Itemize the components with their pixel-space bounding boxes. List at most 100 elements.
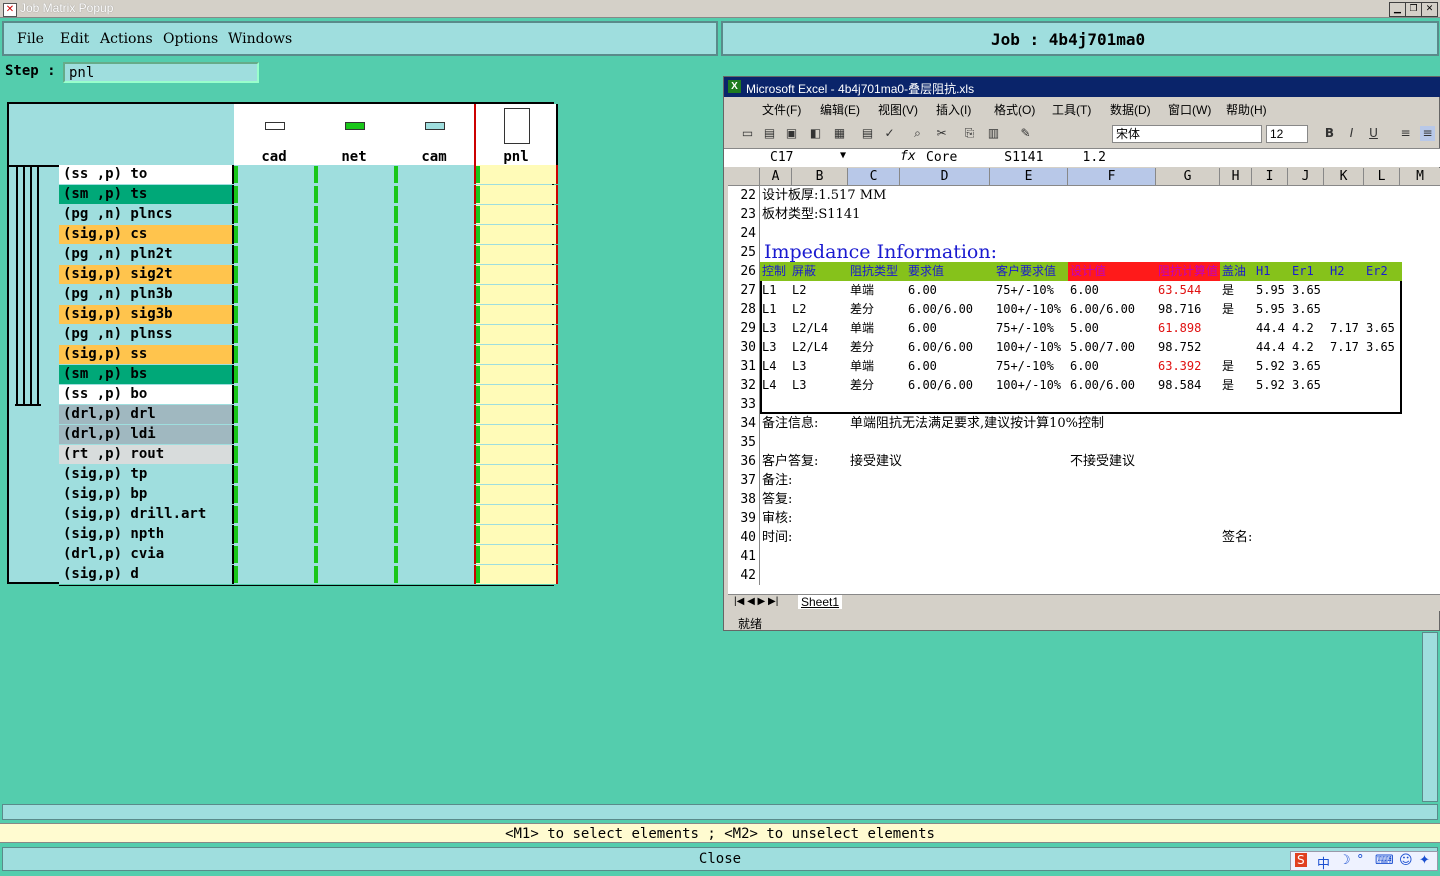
row-header[interactable]: 30 — [728, 338, 760, 357]
save-icon[interactable]: ▣ — [784, 126, 799, 141]
user-icon[interactable]: ☺ — [1399, 853, 1413, 868]
matrix-cell[interactable] — [234, 485, 316, 504]
row-header[interactable]: 37 — [728, 471, 760, 490]
layer-name[interactable]: (sig,p) sig3b — [59, 305, 234, 324]
matrix-cell[interactable] — [394, 245, 476, 264]
matrix-cell[interactable] — [474, 205, 558, 224]
matrix-cell[interactable] — [474, 405, 558, 424]
layer-name[interactable]: (sm ,p) ts — [59, 185, 234, 204]
matrix-cell[interactable] — [394, 465, 476, 484]
excel-menu-item[interactable]: 格式(O) — [994, 101, 1035, 118]
layer-name[interactable]: (sig,p) d — [59, 565, 234, 584]
matrix-cell[interactable] — [234, 185, 316, 204]
layer-name[interactable]: (ss ,p) to — [59, 165, 234, 184]
font-size-select[interactable]: 12 — [1266, 125, 1308, 143]
column-header[interactable]: C — [848, 168, 900, 186]
excel-menu-item[interactable]: 工具(T) — [1052, 101, 1091, 118]
matrix-cell[interactable] — [234, 405, 316, 424]
excel-menu-item[interactable]: 视图(V) — [878, 101, 918, 118]
matrix-cell[interactable] — [314, 525, 396, 544]
column-header[interactable]: M — [1400, 168, 1440, 186]
menu-file[interactable]: File — [17, 31, 44, 47]
new-icon[interactable]: ▭ — [740, 126, 755, 141]
layer-name[interactable]: (sig,p) sig2t — [59, 265, 234, 284]
layer-name[interactable]: (sm ,p) bs — [59, 365, 234, 384]
italic-icon[interactable]: I — [1344, 126, 1359, 141]
matrix-cell[interactable] — [394, 345, 476, 364]
layer-name[interactable]: (pg ,n) pln2t — [59, 245, 234, 264]
matrix-cell[interactable] — [314, 425, 396, 444]
row-header[interactable]: 36 — [728, 452, 760, 471]
row-header[interactable]: 38 — [728, 490, 760, 509]
layer-name[interactable]: (ss ,p) bo — [59, 385, 234, 404]
matrix-cell[interactable] — [234, 465, 316, 484]
layer-row[interactable]: (pg ,n) pln3b — [59, 285, 558, 306]
print-icon[interactable]: ▦ — [832, 126, 847, 141]
matrix-cell[interactable] — [394, 365, 476, 384]
sheet-tab[interactable]: Sheet1 — [798, 595, 843, 609]
excel-menu-item[interactable]: 数据(D) — [1110, 101, 1151, 118]
layer-row[interactable]: (drl,p) ldi — [59, 425, 558, 446]
row-header[interactable]: 26 — [728, 262, 760, 281]
row-header[interactable]: 40 — [728, 528, 760, 547]
matrix-cell[interactable] — [314, 505, 396, 524]
layer-name[interactable]: (sig,p) npth — [59, 525, 234, 544]
menu-actions[interactable]: Actions — [100, 31, 153, 47]
open-icon[interactable]: ▤ — [762, 126, 777, 141]
matrix-cell[interactable] — [314, 245, 396, 264]
matrix-cell[interactable] — [394, 445, 476, 464]
column-header[interactable]: J — [1288, 168, 1324, 186]
excel-menu-item[interactable]: 帮助(H) — [1226, 101, 1267, 118]
matrix-cell[interactable] — [474, 225, 558, 244]
row-header[interactable]: 24 — [728, 224, 760, 243]
research-icon[interactable]: ⌕ — [910, 126, 925, 141]
row-header[interactable]: 35 — [728, 433, 760, 452]
matrix-cell[interactable] — [394, 405, 476, 424]
close-window-button[interactable]: ✕ — [1421, 2, 1438, 17]
step-header-cad[interactable]: cad — [234, 104, 316, 167]
layer-name[interactable]: (sig,p) cs — [59, 225, 234, 244]
row-header[interactable]: 39 — [728, 509, 760, 528]
row-header[interactable]: 22 — [728, 186, 760, 205]
matrix-cell[interactable] — [474, 325, 558, 344]
matrix-cell[interactable] — [394, 205, 476, 224]
step-input[interactable]: pnl — [63, 62, 259, 83]
matrix-cell[interactable] — [234, 565, 316, 584]
layer-row[interactable]: (drl,p) cvia — [59, 545, 558, 566]
matrix-cell[interactable] — [234, 345, 316, 364]
step-header-pnl[interactable]: pnl — [474, 104, 558, 167]
menu-windows[interactable]: Windows — [228, 31, 292, 47]
matrix-cell[interactable] — [394, 325, 476, 344]
matrix-cell[interactable] — [234, 305, 316, 324]
column-header[interactable]: B — [792, 168, 848, 186]
layer-row[interactable]: (ss ,p) bo — [59, 385, 558, 406]
maximize-button[interactable]: ❐ — [1405, 2, 1422, 17]
matrix-cell[interactable] — [474, 285, 558, 304]
matrix-cell[interactable] — [474, 265, 558, 284]
matrix-cell[interactable] — [234, 205, 316, 224]
matrix-cell[interactable] — [314, 225, 396, 244]
name-box[interactable]: C17 — [770, 150, 793, 165]
matrix-cell[interactable] — [314, 405, 396, 424]
matrix-cell[interactable] — [474, 385, 558, 404]
matrix-cell[interactable] — [474, 545, 558, 564]
column-header[interactable]: L — [1364, 168, 1400, 186]
matrix-cell[interactable] — [234, 525, 316, 544]
format-painter-icon[interactable]: ✎ — [1018, 126, 1033, 141]
matrix-cell[interactable] — [314, 305, 396, 324]
paste-icon[interactable]: ▥ — [986, 126, 1001, 141]
matrix-cell[interactable] — [234, 385, 316, 404]
matrix-cell[interactable] — [234, 265, 316, 284]
select-all-corner[interactable] — [728, 168, 760, 186]
step-header-net[interactable]: net — [314, 104, 396, 167]
row-header[interactable]: 33 — [728, 395, 760, 414]
matrix-cell[interactable] — [394, 545, 476, 564]
matrix-cell[interactable] — [314, 485, 396, 504]
matrix-cell[interactable] — [234, 365, 316, 384]
layer-name[interactable]: (pg ,n) pln3b — [59, 285, 234, 304]
excel-menu-item[interactable]: 编辑(E) — [820, 101, 860, 118]
layer-name[interactable]: (drl,p) ldi — [59, 425, 234, 444]
align-center-icon[interactable]: ≡ — [1420, 126, 1435, 141]
ime-mode[interactable]: 中 — [1317, 853, 1330, 872]
row-header[interactable]: 29 — [728, 319, 760, 338]
